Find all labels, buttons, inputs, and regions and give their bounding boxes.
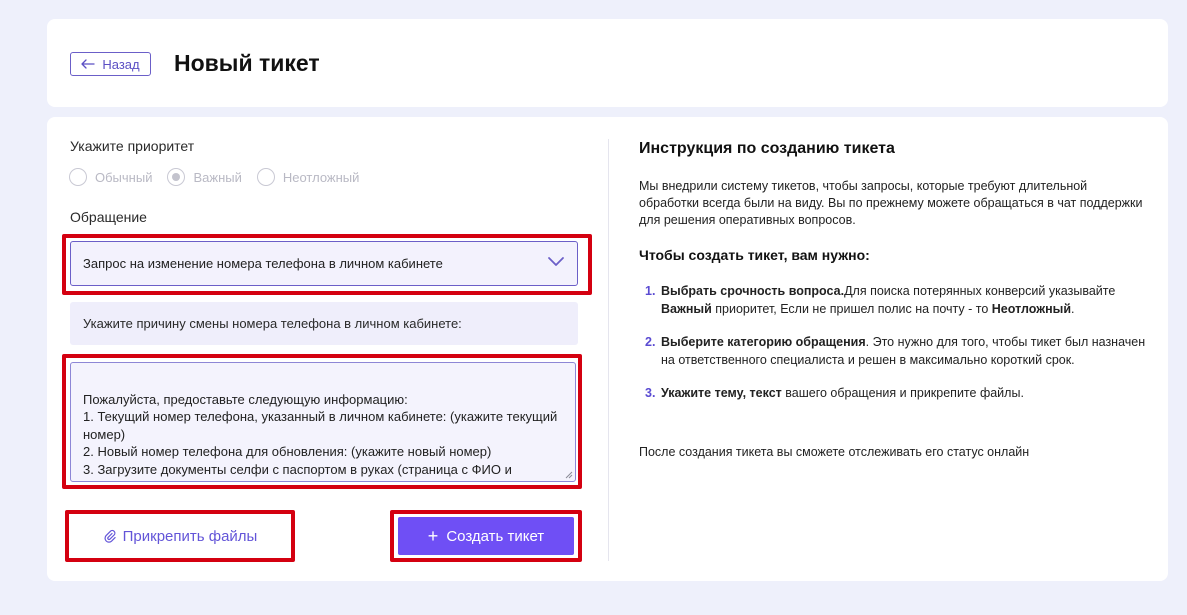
paperclip-icon <box>104 529 116 543</box>
instruction-step: 1. Выбрать срочность вопроса.Для поиска … <box>639 283 1149 318</box>
step-bold: Неотложный <box>991 301 1072 316</box>
back-button-label: Назад <box>102 56 140 72</box>
priority-label: Укажите приоритет <box>70 138 195 154</box>
step-text: Для поиска потерянных конверсий указывай… <box>844 284 1116 298</box>
instruction-step: 3. Укажите тему, текст вашего обращения … <box>639 385 1149 403</box>
instruction-step: 2. Выберите категорию обращения. Это нуж… <box>639 334 1149 369</box>
plus-icon: + <box>427 526 439 546</box>
attach-files-button[interactable]: Прикрепить файлы <box>73 517 287 555</box>
request-label: Обращение <box>70 209 147 225</box>
priority-radio-group: Обычный Важный Неотложный <box>69 168 374 186</box>
main-card: Укажите приоритет Обычный Важный Неотлож… <box>47 117 1168 581</box>
message-textarea[interactable]: Пожалуйста, предоставьте следующую инфор… <box>70 362 576 482</box>
radio-label: Обычный <box>95 169 153 185</box>
step-text: вашего обращения и прикрепите файлы. <box>781 386 1024 400</box>
step-number: 3. <box>645 386 656 400</box>
message-text: Пожалуйста, предоставьте следующую инфор… <box>83 391 558 482</box>
request-hint: Укажите причину смены номера телефона в … <box>70 302 578 345</box>
page-title: Новый тикет <box>174 50 320 76</box>
step-number: 2. <box>645 335 656 349</box>
priority-option-important[interactable]: Важный <box>167 168 242 186</box>
instructions-intro: Мы внедрили систему тикетов, чтобы запро… <box>639 179 1143 227</box>
header-card: Назад Новый тикет <box>47 19 1168 107</box>
step-bold: Важный <box>661 301 712 316</box>
radio-label: Важный <box>193 169 242 185</box>
step-number: 1. <box>645 284 656 298</box>
step-bold: Выбрать срочность вопроса. <box>661 284 845 298</box>
radio-circle[interactable] <box>256 168 275 186</box>
radio-label: Неотложный <box>282 169 360 185</box>
request-category-select[interactable]: Запрос на изменение номера телефона в ли… <box>70 241 578 286</box>
create-ticket-label: Создать тикет <box>446 527 545 545</box>
step-bold: Укажите тему, текст <box>661 386 782 400</box>
priority-option-normal[interactable]: Обычный <box>69 168 152 186</box>
step-text: . <box>1071 301 1075 316</box>
radio-circle-checked[interactable] <box>167 168 186 186</box>
step-text: приоритет, Если не пришел полис на почту… <box>711 301 992 316</box>
create-ticket-button[interactable]: + Создать тикет <box>398 517 574 555</box>
chevron-down-icon <box>548 257 564 266</box>
priority-option-urgent[interactable]: Неотложный <box>256 168 360 186</box>
back-button[interactable]: Назад <box>70 52 151 76</box>
instructions-steps: 1. Выбрать срочность вопроса.Для поиска … <box>639 283 1149 419</box>
column-divider <box>608 139 609 561</box>
arrow-left-icon <box>81 59 96 69</box>
resize-grip-icon[interactable] <box>563 469 573 479</box>
instructions-subtitle: Чтобы создать тикет, вам нужно: <box>639 247 870 263</box>
select-value: Запрос на изменение номера телефона в ли… <box>83 256 443 271</box>
radio-circle[interactable] <box>69 168 87 186</box>
step-bold: Выберите категорию обращения <box>661 335 866 349</box>
attach-files-label: Прикрепить файлы <box>122 527 258 545</box>
instructions-title: Инструкция по созданию тикета <box>639 140 895 157</box>
instructions-footer: После создания тикета вы сможете отслежи… <box>639 445 1030 459</box>
